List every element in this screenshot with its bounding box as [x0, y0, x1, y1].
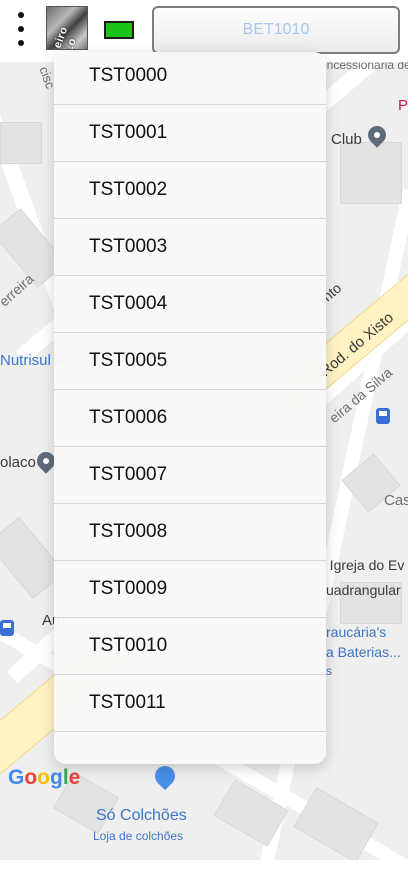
map-label: oncessionária de: [320, 62, 408, 72]
map-label: erreira: [0, 270, 37, 310]
shopping-pin-icon[interactable]: [150, 761, 180, 791]
map-label: olaco: [0, 454, 36, 471]
map-label: Cas: [384, 492, 408, 509]
map-thumbnail-text: eiro Lo: [51, 24, 80, 50]
map-label: Só Colchões: [96, 807, 187, 824]
dropdown-item[interactable]: TST0006: [54, 390, 326, 447]
map-label: P: [398, 97, 408, 114]
map-label: a Baterias...: [326, 644, 401, 660]
bus-stop-icon[interactable]: [0, 620, 14, 636]
map-label: a Igreja do Ev: [318, 557, 405, 573]
device-dropdown-list[interactable]: TST0000 TST0001 TST0002 TST0003 TST0004 …: [54, 52, 326, 764]
dropdown-item[interactable]: TST0001: [54, 105, 326, 162]
map-thumbnail[interactable]: eiro Lo: [46, 6, 88, 50]
bottom-bar: [0, 860, 408, 883]
dropdown-item[interactable]: TST0000: [54, 52, 326, 105]
map-label: Loja de colchões: [93, 829, 184, 843]
map-label: s: [326, 664, 332, 678]
dropdown-item[interactable]: TST0010: [54, 618, 326, 675]
map-label: Club: [331, 131, 362, 148]
dropdown-item[interactable]: TST0007: [54, 447, 326, 504]
dropdown-item[interactable]: TST0009: [54, 561, 326, 618]
google-logo: Google: [8, 766, 81, 789]
device-select[interactable]: BET1010: [152, 6, 400, 54]
device-select-value: BET1010: [242, 21, 310, 38]
bus-stop-icon[interactable]: [376, 408, 390, 424]
dropdown-item[interactable]: TST0005: [54, 333, 326, 390]
battery-icon: [104, 21, 134, 39]
vertical-dots-icon[interactable]: [12, 10, 32, 50]
dropdown-item[interactable]: TST0011: [54, 675, 326, 732]
dropdown-item[interactable]: TST0004: [54, 276, 326, 333]
dropdown-item[interactable]: TST0002: [54, 162, 326, 219]
map-label: uadrangular: [326, 582, 401, 598]
map-label: raucária's: [326, 624, 387, 640]
dropdown-item[interactable]: TST0008: [54, 504, 326, 561]
dropdown-item[interactable]: TST0003: [54, 219, 326, 276]
